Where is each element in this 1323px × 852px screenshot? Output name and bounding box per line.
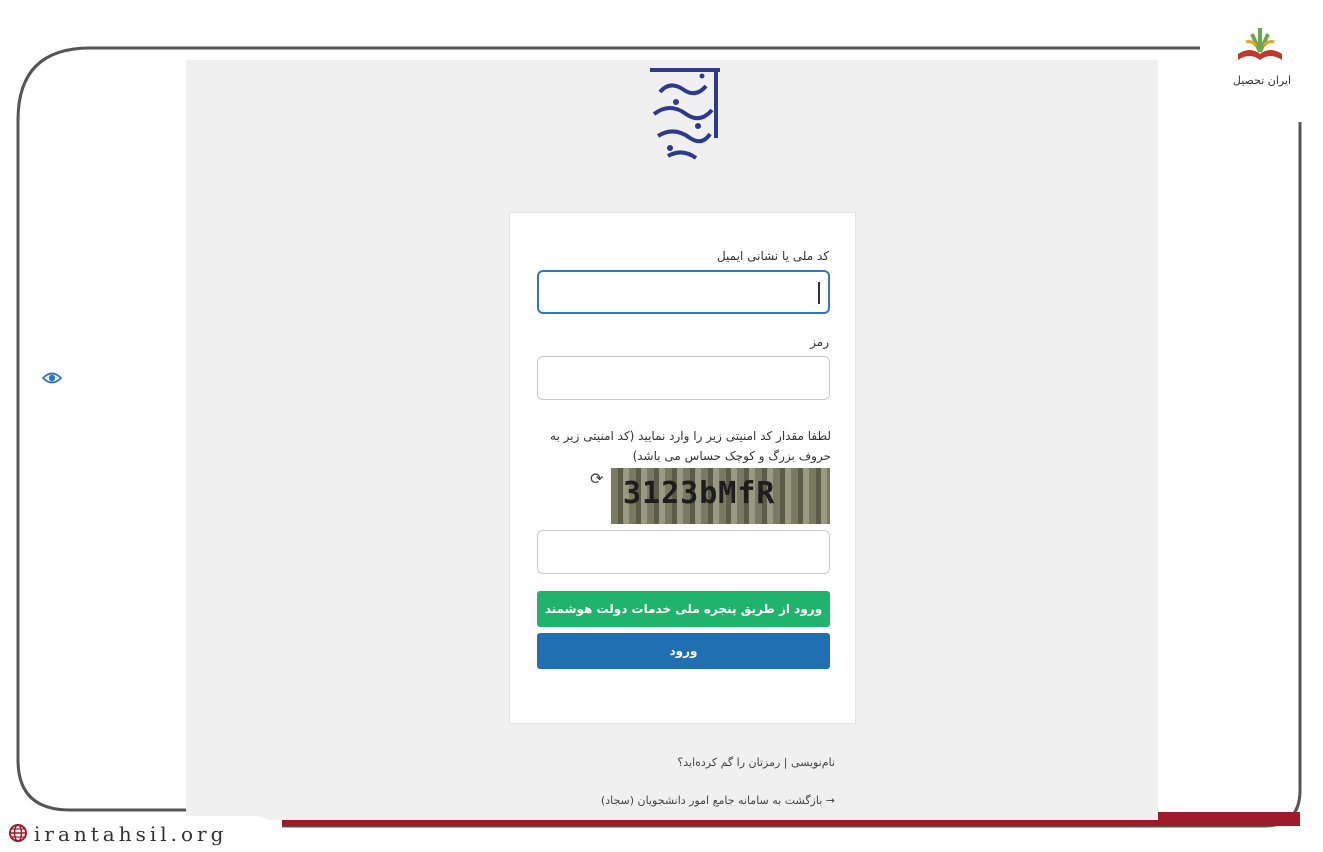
captcha-input[interactable] [537, 530, 830, 574]
password-label: رمز [810, 335, 829, 349]
sso-login-button[interactable]: ورود از طریق پنجره ملی خدمات دولت هوشمند [537, 591, 830, 627]
password-input[interactable] [537, 356, 830, 400]
login-card: کد ملی یا نشانی ایمیل رمز لطفا مقدار کد … [509, 212, 856, 724]
username-input[interactable] [537, 270, 830, 314]
site-url: irantahsil.org [34, 822, 228, 846]
eye-icon[interactable] [42, 370, 62, 386]
globe-icon [9, 824, 27, 842]
username-label: کد ملی یا نشانی ایمیل [716, 249, 829, 263]
text-caret [818, 282, 820, 304]
register-forgot-links[interactable]: نام‌نویسی | رمزتان را گم کرده‌اید؟ [677, 756, 835, 769]
back-to-portal-link[interactable]: → بازگشت به سامانه جامع امور دانشجویان (… [601, 794, 835, 807]
brand-name: ایران تحصیل [1232, 74, 1292, 87]
captcha-help-text: لطفا مقدار کد امنیتی زیر را وارد نمایید … [550, 429, 831, 463]
captcha-image: 3123bMfR [611, 468, 830, 524]
student-affairs-logo [650, 68, 720, 160]
refresh-icon[interactable]: ⟳ [590, 469, 603, 488]
captcha-code: 3123bMfR [623, 476, 776, 511]
login-button[interactable]: ورود [537, 633, 830, 669]
brand-logo-icon [1238, 28, 1282, 60]
